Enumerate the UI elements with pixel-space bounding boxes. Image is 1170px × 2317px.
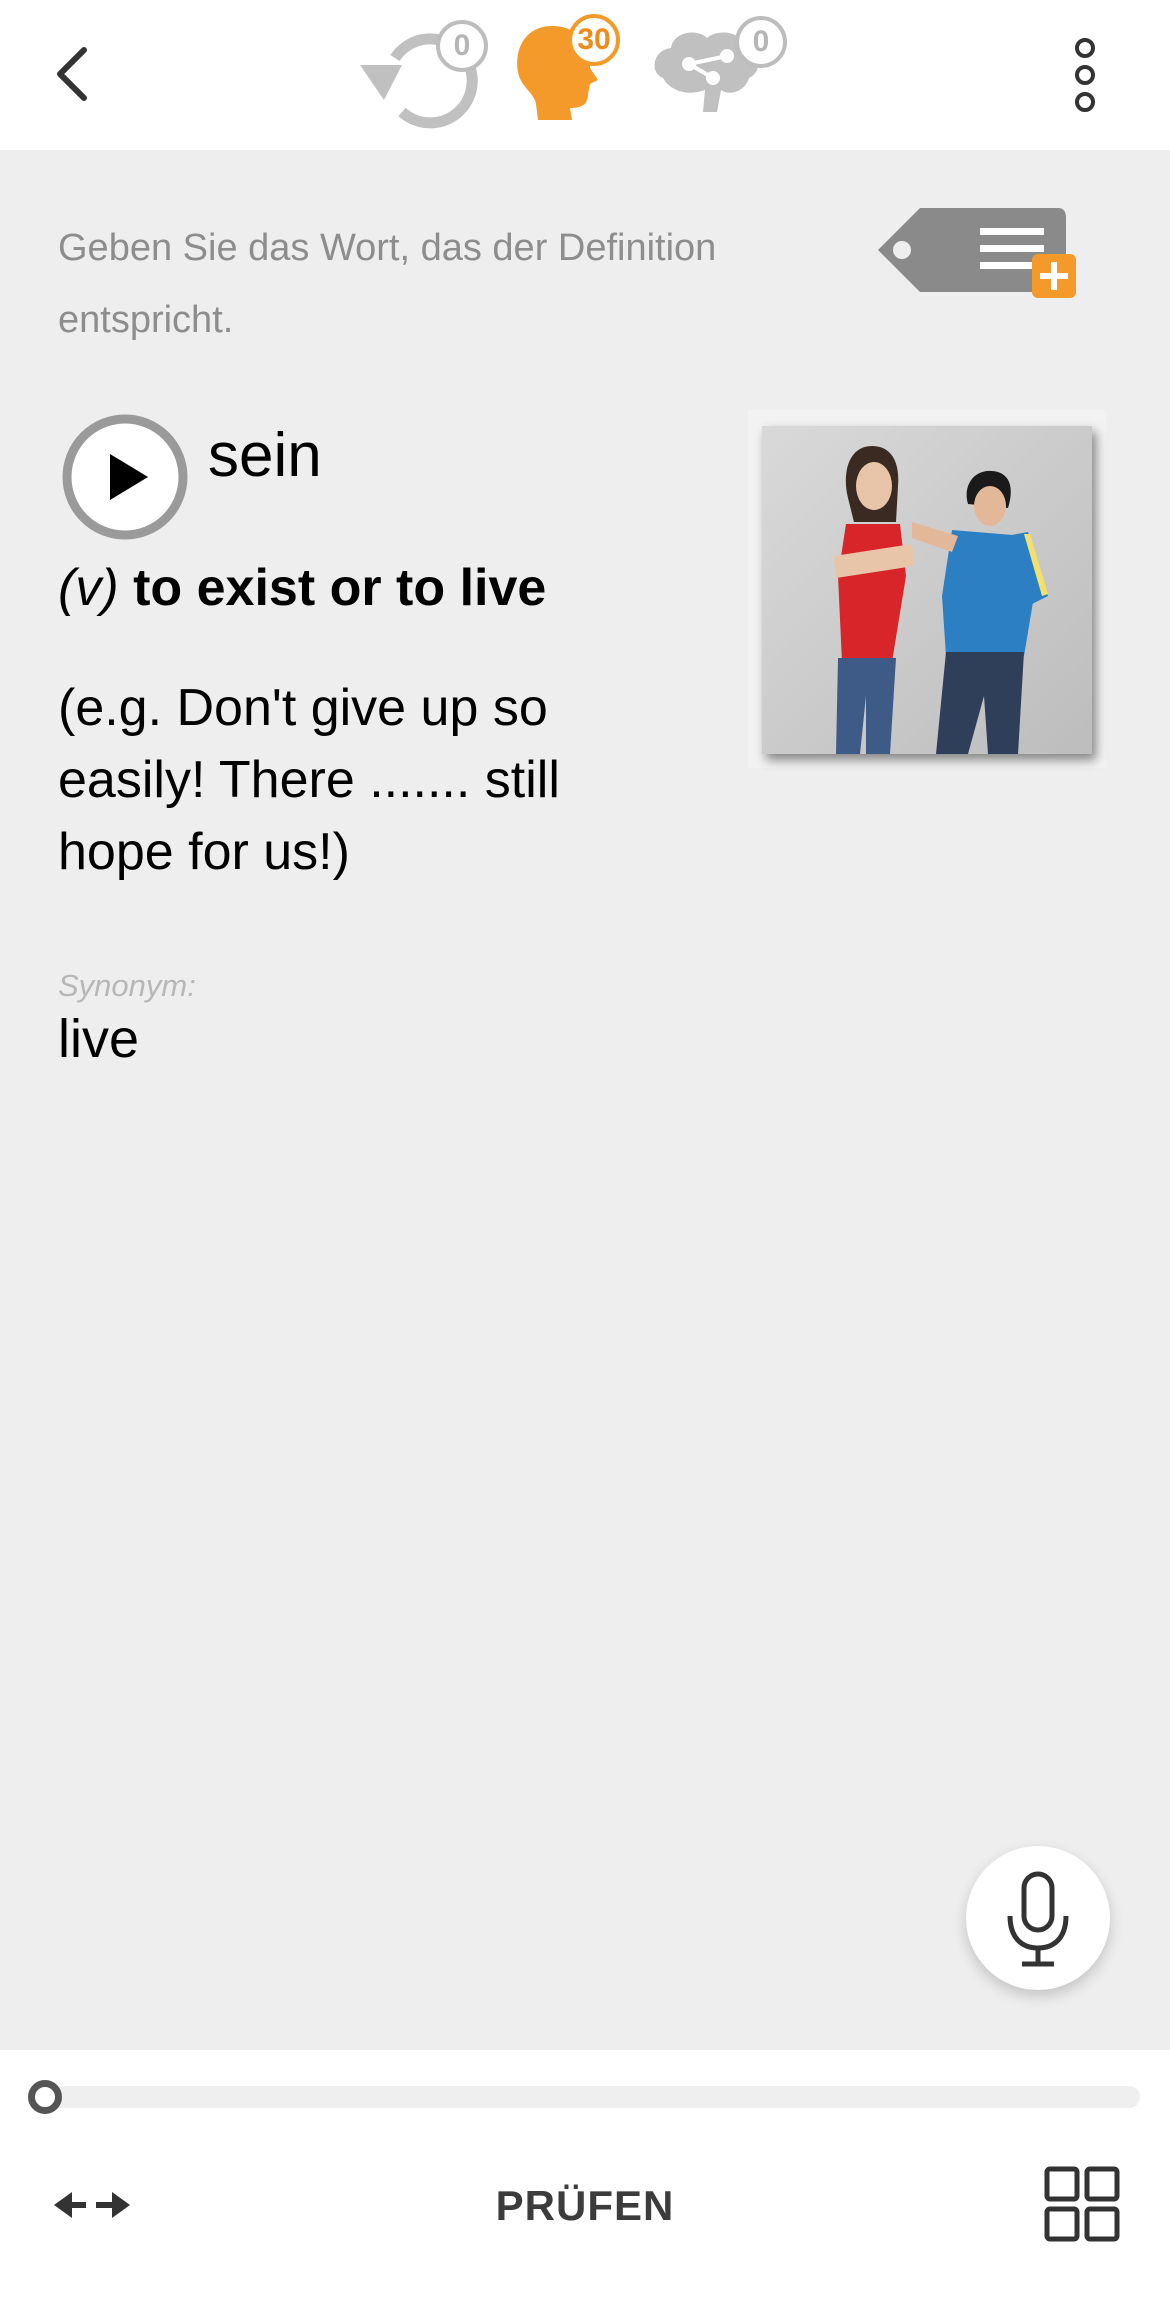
play-audio-button[interactable] [60,412,190,542]
add-to-list-button[interactable] [872,200,1082,305]
microphone-icon [1007,1871,1069,1967]
microphone-button[interactable] [966,1846,1110,1990]
example-sentence: (e.g. Don't give up so easily! There ...… [58,679,560,881]
grid-icon [1044,2166,1120,2242]
instruction-text: Geben Sie das Wort, das der Definition e… [58,227,717,341]
top-bar: 0 30 0 [0,0,1170,150]
mindmap-count-badge: 0 [735,16,787,68]
play-icon [62,414,188,540]
more-options-button[interactable] [1050,30,1120,120]
definition: (v) to exist or to live [58,558,546,618]
word-illustration-photo [762,426,1092,754]
synonym-value: live [58,1009,140,1069]
progress-knob[interactable] [28,2080,62,2114]
more-vertical-icon [1075,38,1095,112]
swap-direction-button[interactable] [50,2180,140,2230]
synonym-label: Synonym: [58,968,196,1003]
back-arrow-icon [57,47,87,101]
back-button[interactable] [40,30,110,120]
learn-count-badge: 30 [568,14,620,66]
mindmap-button[interactable]: 0 [645,16,795,126]
tag-add-icon [878,208,1076,298]
part-of-speech: (v) [58,559,119,617]
definition-text: to exist or to live [133,559,547,617]
vocab-word: sein [208,421,322,490]
grid-menu-button[interactable] [1044,2166,1120,2242]
review-button[interactable]: 0 [350,20,500,130]
learn-button[interactable]: 30 [508,14,638,126]
check-button[interactable]: PRÜFEN [435,2170,735,2242]
swap-arrows-icon [54,2192,130,2218]
review-count-badge: 0 [436,20,488,72]
progress-track[interactable] [28,2086,1140,2108]
